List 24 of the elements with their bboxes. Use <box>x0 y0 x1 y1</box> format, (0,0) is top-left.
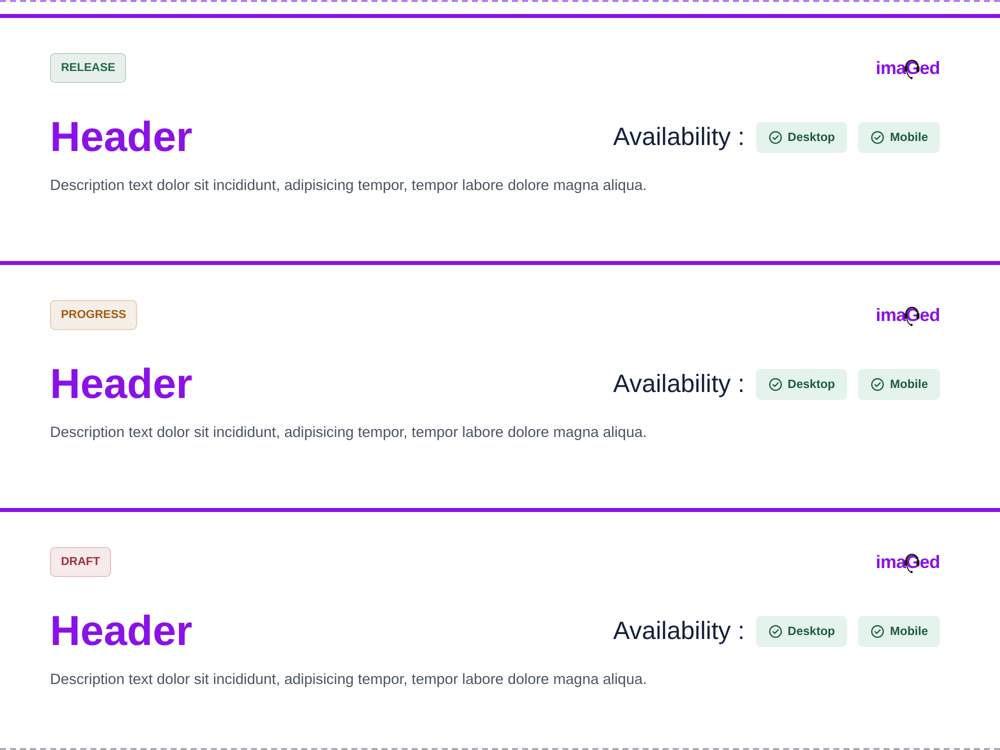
availability-label: Availability : <box>613 618 745 644</box>
check-circle-icon <box>871 624 884 638</box>
platform-button[interactable]: Desktop <box>756 616 847 646</box>
status-tag: DRAFT <box>50 547 111 577</box>
platform-button[interactable]: Mobile <box>858 616 940 646</box>
status-tag: PROGRESS <box>50 300 138 330</box>
check-circle-icon <box>768 378 782 390</box>
status-tag: RELEASE <box>50 53 126 83</box>
description-text: Description text dolor sit incididunt, adipisicing tempor, tempor labore dolore magna aliqua. <box>50 424 648 443</box>
section-title: Header <box>50 610 192 652</box>
check-circle-icon <box>768 130 782 144</box>
availability-label: Availability : <box>613 372 745 396</box>
platform-button[interactable]: Mobile <box>858 122 940 152</box>
platform-button[interactable]: Desktop <box>756 368 847 400</box>
check-circle-icon <box>871 378 884 390</box>
section-title: Header <box>50 116 192 158</box>
check-circle-icon <box>768 624 782 638</box>
description-text: Description text dolor sit incididunt, adipisicing tempor, tempor labore dolore magna aliqua. <box>50 671 648 690</box>
availability-label: Availability : <box>613 124 745 150</box>
check-circle-icon <box>871 130 884 144</box>
description-text: Description text dolor sit incididunt, adipisicing tempor, tempor labore dolore magna aliqua. <box>50 177 648 196</box>
platform-button[interactable]: Desktop <box>756 122 847 152</box>
section-title: Header <box>50 363 192 405</box>
platform-button[interactable]: Mobile <box>858 368 940 400</box>
